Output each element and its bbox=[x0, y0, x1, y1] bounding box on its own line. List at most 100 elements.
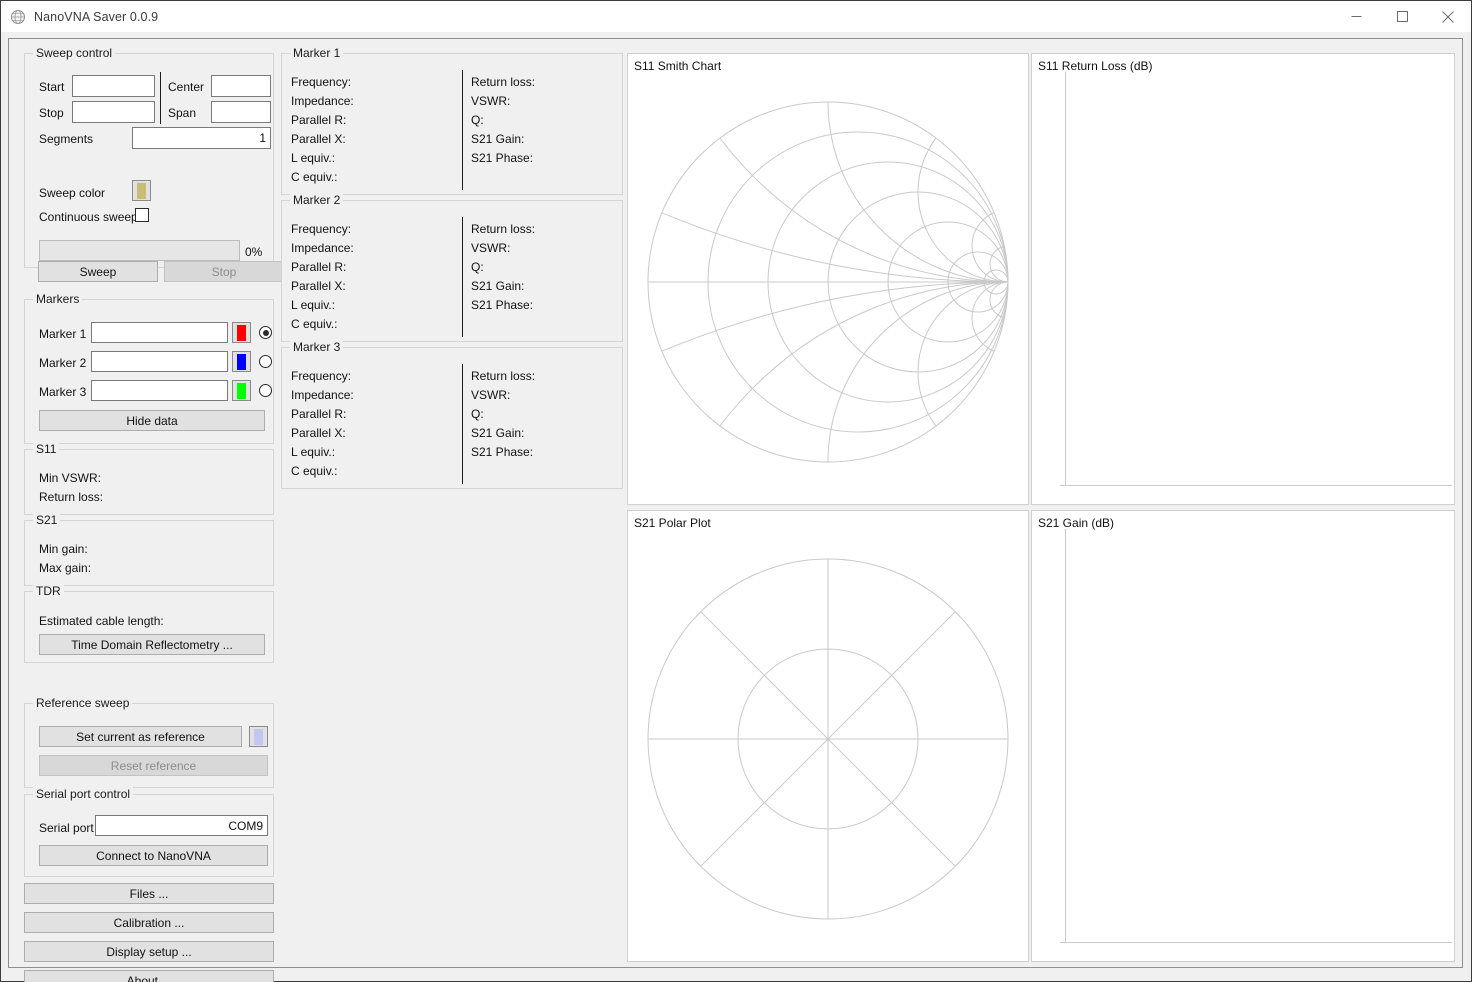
marker-2-label: Marker 2 bbox=[39, 356, 86, 370]
marker-2-frequency-label: Frequency: bbox=[291, 220, 459, 239]
sweep-control-group: Sweep control Start Stop Center Span Seg… bbox=[24, 53, 274, 268]
sweep-progress-bar bbox=[39, 240, 240, 261]
stop-input[interactable] bbox=[72, 101, 155, 123]
reference-color-button[interactable] bbox=[249, 726, 268, 747]
marker-3-l-equiv-label: L equiv.: bbox=[291, 443, 459, 462]
continuous-sweep-checkbox[interactable] bbox=[135, 208, 149, 222]
main-frame: Sweep control Start Stop Center Span Seg… bbox=[8, 38, 1463, 968]
marker-2-return-loss-label: Return loss: bbox=[471, 220, 616, 239]
s21-legend: S21 bbox=[33, 513, 60, 527]
marker-2-q-label: Q: bbox=[471, 258, 616, 277]
marker-1-label: Marker 1 bbox=[39, 327, 86, 341]
marker-3-details-separator bbox=[462, 364, 463, 484]
marker-1-return-loss-label: Return loss: bbox=[471, 73, 616, 92]
marker-3-impedance-label: Impedance: bbox=[291, 386, 459, 405]
close-button[interactable] bbox=[1425, 1, 1471, 32]
files-button[interactable]: Files ... bbox=[24, 883, 274, 904]
marker-3-input[interactable] bbox=[91, 380, 228, 401]
s11-smith-chart[interactable]: S11 Smith Chart bbox=[627, 53, 1029, 505]
marker-2-radio[interactable] bbox=[259, 355, 272, 368]
sweep-button[interactable]: Sweep bbox=[38, 261, 158, 282]
marker-3-label: Marker 3 bbox=[39, 385, 86, 399]
marker-2-l-equiv-label: L equiv.: bbox=[291, 296, 459, 315]
marker-1-l-equiv-label: L equiv.: bbox=[291, 149, 459, 168]
time-domain-reflectometry-button[interactable]: Time Domain Reflectometry ... bbox=[39, 634, 265, 655]
marker-3-details-group: Marker 3 Frequency: Impedance: Parallel … bbox=[281, 347, 623, 489]
marker-1-color-button[interactable] bbox=[232, 322, 251, 343]
marker-3-left-column: Frequency: Impedance: Parallel R: Parall… bbox=[291, 367, 459, 481]
serial-port-label: Serial port bbox=[39, 821, 94, 835]
s11-min-vswr-label: Min VSWR: bbox=[39, 471, 101, 485]
marker-1-c-equiv-label: C equiv.: bbox=[291, 168, 459, 187]
marker-3-c-equiv-label: C equiv.: bbox=[291, 462, 459, 481]
marker-1-vswr-label: VSWR: bbox=[471, 92, 616, 111]
start-label: Start bbox=[39, 80, 64, 94]
s21-gain-chart[interactable]: S21 Gain (dB) bbox=[1031, 510, 1455, 962]
marker-3-s21-phase-label: S21 Phase: bbox=[471, 443, 616, 462]
marker-3-q-label: Q: bbox=[471, 405, 616, 424]
continuous-sweep-label: Continuous sweep bbox=[39, 210, 138, 224]
marker-3-frequency-label: Frequency: bbox=[291, 367, 459, 386]
sweep-control-legend: Sweep control bbox=[33, 46, 115, 60]
start-input[interactable] bbox=[72, 75, 155, 97]
s11-legend: S11 bbox=[33, 442, 59, 456]
s21-polar-chart[interactable]: S21 Polar Plot bbox=[627, 510, 1029, 962]
s11-return-loss-label: Return loss: bbox=[39, 490, 103, 504]
stop-button[interactable]: Stop bbox=[164, 261, 284, 282]
marker-1-frequency-label: Frequency: bbox=[291, 73, 459, 92]
marker-1-parallel-r-label: Parallel R: bbox=[291, 111, 459, 130]
marker-1-right-column: Return loss: VSWR: Q: S21 Gain: S21 Phas… bbox=[471, 73, 616, 168]
connect-to-nanovna-button[interactable]: Connect to NanoVNA bbox=[39, 845, 268, 866]
marker-1-parallel-x-label: Parallel X: bbox=[291, 130, 459, 149]
nanovna-app-icon bbox=[10, 9, 26, 25]
about-button[interactable]: About ... bbox=[24, 970, 274, 982]
sweep-color-button[interactable] bbox=[132, 180, 151, 201]
maximize-button[interactable] bbox=[1379, 1, 1425, 32]
marker-2-left-column: Frequency: Impedance: Parallel R: Parall… bbox=[291, 220, 459, 334]
marker-1-s21-phase-label: S21 Phase: bbox=[471, 149, 616, 168]
display-setup-button[interactable]: Display setup ... bbox=[24, 941, 274, 962]
s21-polar-chart-grid bbox=[628, 511, 1029, 962]
segments-input[interactable]: 1 bbox=[132, 127, 271, 149]
marker-2-input[interactable] bbox=[91, 351, 228, 372]
window-title: NanoVNA Saver 0.0.9 bbox=[34, 10, 158, 24]
serial-port-input[interactable]: COM9 bbox=[95, 815, 268, 836]
s11-return-loss-chart-axes bbox=[1032, 54, 1455, 505]
marker-2-s21-gain-label: S21 Gain: bbox=[471, 277, 616, 296]
marker-1-s21-gain-label: S21 Gain: bbox=[471, 130, 616, 149]
estimated-cable-length-label: Estimated cable length: bbox=[39, 614, 164, 628]
tdr-legend: TDR bbox=[33, 584, 64, 598]
s11-group: S11 Min VSWR: Return loss: bbox=[24, 449, 274, 515]
s11-return-loss-chart[interactable]: S11 Return Loss (dB) bbox=[1031, 53, 1455, 505]
application-window: NanoVNA Saver 0.0.9 Sweep control Start … bbox=[0, 0, 1472, 982]
marker-3-return-loss-label: Return loss: bbox=[471, 367, 616, 386]
hide-data-button[interactable]: Hide data bbox=[39, 410, 265, 431]
marker-1-input[interactable] bbox=[91, 322, 228, 343]
center-input[interactable] bbox=[211, 75, 271, 97]
calibration-button[interactable]: Calibration ... bbox=[24, 912, 274, 933]
markers-legend: Markers bbox=[33, 292, 82, 306]
sweep-separator bbox=[160, 72, 161, 124]
client-area: Sweep control Start Stop Center Span Seg… bbox=[1, 32, 1471, 981]
s21-group: S21 Min gain: Max gain: bbox=[24, 520, 274, 586]
marker-2-impedance-label: Impedance: bbox=[291, 239, 459, 258]
serial-port-control-group: Serial port control Serial port COM9 Con… bbox=[24, 794, 274, 877]
marker-2-vswr-label: VSWR: bbox=[471, 239, 616, 258]
marker-2-s21-phase-label: S21 Phase: bbox=[471, 296, 616, 315]
marker-1-left-column: Frequency: Impedance: Parallel R: Parall… bbox=[291, 73, 459, 187]
set-current-as-reference-button[interactable]: Set current as reference bbox=[39, 726, 242, 747]
stop-label: Stop bbox=[39, 106, 64, 120]
marker-3-color-button[interactable] bbox=[232, 380, 251, 401]
tdr-group: TDR Estimated cable length: Time Domain … bbox=[24, 591, 274, 663]
marker-1-radio[interactable] bbox=[259, 326, 272, 339]
serial-port-control-legend: Serial port control bbox=[33, 787, 133, 801]
marker-1-details-group: Marker 1 Frequency: Impedance: Parallel … bbox=[281, 53, 623, 195]
s21-max-gain-label: Max gain: bbox=[39, 561, 91, 575]
title-bar: NanoVNA Saver 0.0.9 bbox=[1, 1, 1471, 32]
reset-reference-button[interactable]: Reset reference bbox=[39, 755, 268, 776]
s21-gain-chart-axes bbox=[1032, 511, 1455, 962]
minimize-button[interactable] bbox=[1333, 1, 1379, 32]
marker-3-radio[interactable] bbox=[259, 384, 272, 397]
marker-2-color-button[interactable] bbox=[232, 351, 251, 372]
span-input[interactable] bbox=[211, 101, 271, 123]
